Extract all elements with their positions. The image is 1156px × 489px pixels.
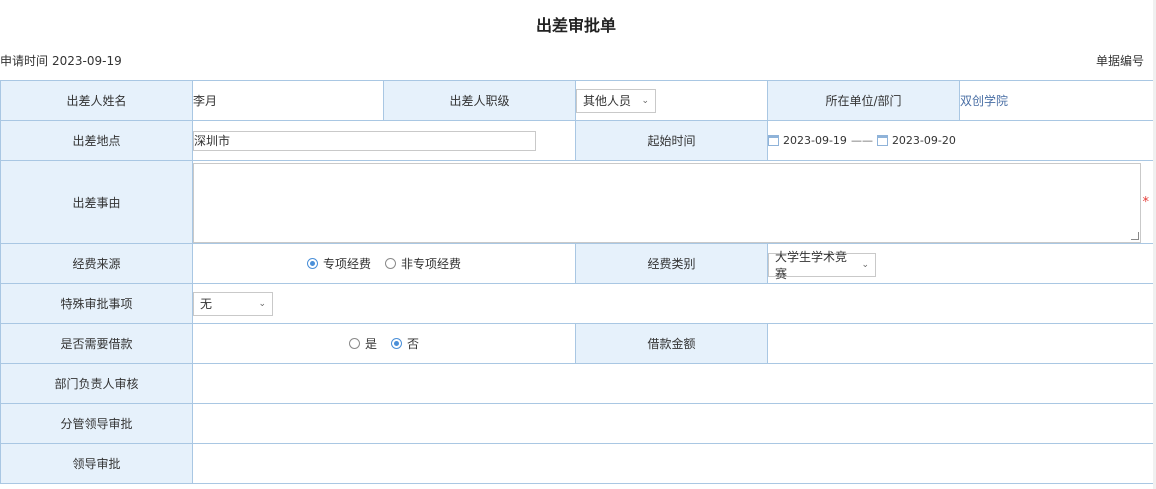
special-approval-selected: 无 (200, 297, 213, 311)
leader-approval-label: 领导审批 (0, 443, 193, 484)
radio-unchecked-icon[interactable] (348, 338, 360, 349)
special-approval-select[interactable]: 无 ⌄ (193, 291, 273, 316)
trip-reason-textarea[interactable] (193, 162, 1141, 243)
traveler-name-value: 李月 (192, 80, 384, 121)
doc-number-label: 单据编号 (1095, 54, 1144, 68)
dept-head-review-cell (192, 363, 1154, 404)
need-loan-cell: 是 否 (192, 323, 576, 364)
fund-type-selected: 大学生学术竞赛 (775, 250, 848, 281)
traveler-rank-select[interactable]: 其他人员 ⌄ (576, 88, 656, 113)
calendar-icon[interactable] (876, 135, 888, 146)
trip-place-label: 出差地点 (0, 120, 193, 161)
form-row-place-time: 出差地点 起始时间 2023-09-19 —— 2023-09-20 (0, 120, 1154, 161)
loan-amount-label: 借款金额 (575, 323, 768, 364)
end-date[interactable]: 2023-09-20 (892, 134, 956, 147)
start-time-label: 起始时间 (575, 120, 768, 161)
form-row-dept-head: 部门负责人审核 (0, 363, 1154, 404)
chevron-down-icon: ⌄ (641, 95, 649, 106)
start-date[interactable]: 2023-09-19 (783, 134, 847, 147)
trip-place-cell (192, 120, 576, 161)
page-title: 出差审批单 (535, 16, 616, 35)
form-row-leader: 领导审批 (0, 443, 1154, 484)
department-label: 所在单位/部门 (767, 80, 960, 121)
required-mark: * (1142, 195, 1150, 210)
dept-head-review-label: 部门负责人审核 (0, 363, 193, 404)
department-value: 双创学院 (959, 80, 1154, 121)
lead-approval-cell (192, 403, 1154, 444)
fund-source-radio-group: 专项经费 非专项经费 (193, 255, 575, 272)
form-row-special: 特殊审批事项 无 ⌄ (0, 283, 1154, 324)
traveler-rank-cell: 其他人员 ⌄ (575, 80, 768, 121)
trip-reason-label: 出差事由 (0, 160, 193, 244)
radio-special-fund[interactable]: 专项经费 (306, 255, 371, 272)
traveler-rank-selected: 其他人员 (583, 94, 632, 108)
radio-non-special-fund-label: 非专项经费 (401, 257, 462, 271)
fund-type-select[interactable]: 大学生学术竞赛 ⌄ (768, 250, 876, 281)
calendar-icon[interactable] (768, 135, 779, 146)
resize-handle-icon[interactable] (1131, 232, 1139, 240)
fund-type-label: 经费类别 (575, 243, 768, 284)
approval-form-table: 出差人姓名 李月 出差人职级 其他人员 ⌄ 所在单位/部门 双创学院 出差地点 … (0, 80, 1154, 484)
fund-type-cell: 大学生学术竞赛 ⌄ (767, 243, 1154, 284)
apply-time: 申请时间 2023-09-19 (0, 52, 126, 69)
form-row-lead: 分管领导审批 (0, 403, 1154, 444)
trip-reason-cell: * (192, 160, 1154, 244)
date-range-cell: 2023-09-19 —— 2023-09-20 (767, 120, 1154, 161)
loan-amount-cell (767, 323, 1154, 364)
radio-unchecked-icon[interactable] (385, 258, 396, 269)
chevron-down-icon: ⌄ (861, 260, 869, 270)
traveler-rank-label: 出差人职级 (383, 80, 576, 121)
special-approval-label: 特殊审批事项 (0, 283, 193, 324)
form-row-traveler: 出差人姓名 李月 出差人职级 其他人员 ⌄ 所在单位/部门 双创学院 (0, 80, 1154, 121)
fund-source-cell: 专项经费 非专项经费 (192, 243, 576, 284)
lead-approval-label: 分管领导审批 (0, 403, 193, 444)
date-range: 2023-09-19 —— 2023-09-20 (768, 134, 1153, 147)
apply-time-value: 2023-09-19 (52, 54, 122, 68)
need-loan-radio-group: 是 否 (193, 335, 575, 352)
traveler-name-label: 出差人姓名 (0, 80, 193, 121)
radio-loan-yes-label: 是 (364, 337, 377, 351)
form-row-funding: 经费来源 专项经费 非专项经费 经费类别 大学生学术竞赛 ⌄ (0, 243, 1154, 284)
radio-loan-no-label: 否 (407, 337, 420, 351)
radio-special-fund-label: 专项经费 (322, 257, 371, 271)
radio-loan-yes[interactable]: 是 (348, 335, 377, 352)
form-row-reason: 出差事由 * (0, 160, 1154, 244)
form-row-loan: 是否需要借款 是 否 借款金额 (0, 323, 1154, 364)
radio-checked-icon[interactable] (306, 258, 318, 269)
radio-checked-icon[interactable] (391, 338, 402, 349)
apply-time-label: 申请时间 (0, 54, 49, 68)
fund-source-label: 经费来源 (0, 243, 193, 284)
special-approval-cell: 无 ⌄ (192, 283, 1154, 324)
chevron-down-icon: ⌄ (258, 298, 266, 309)
radio-non-special-fund[interactable]: 非专项经费 (385, 255, 461, 272)
range-separator: —— (850, 134, 873, 147)
trip-place-input[interactable] (193, 130, 536, 151)
radio-loan-no[interactable]: 否 (391, 335, 419, 352)
need-loan-label: 是否需要借款 (0, 323, 193, 364)
leader-approval-cell (192, 443, 1154, 484)
